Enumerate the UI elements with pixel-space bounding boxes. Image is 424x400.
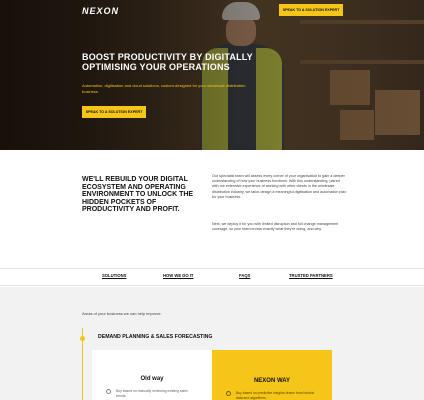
hero-banner bbox=[0, 0, 424, 150]
hero-title: BOOST PRODUCTIVITY BY DIGITALLY OPTIMISI… bbox=[82, 52, 253, 72]
header-cta-button[interactable]: SPEAK TO A SOLUTION EXPERT bbox=[279, 4, 343, 16]
nexon-way-card: NEXON WAY Buy based on predictive insigh… bbox=[212, 350, 332, 400]
timeline-dot bbox=[80, 336, 85, 341]
nexon-logo[interactable]: NEXON bbox=[82, 6, 119, 16]
hero-overlay bbox=[0, 0, 424, 150]
intro-paragraph: Next, we deploy it for you with limited … bbox=[212, 222, 339, 232]
hero-subtitle: Automation, digitisation and cloud solut… bbox=[82, 83, 246, 94]
old-way-title: Old way bbox=[140, 376, 164, 382]
nexon-way-title: NEXON WAY bbox=[253, 378, 291, 384]
old-way-text: Buy based on manually reviewing existing… bbox=[116, 389, 188, 398]
tab-how-we-do-it[interactable]: HOW WE DO IT bbox=[163, 273, 193, 278]
tab-trusted-partners[interactable]: TRUSTED PARTNERS bbox=[289, 273, 333, 278]
intro-paragraph: Our specialist team will assess every co… bbox=[212, 174, 347, 199]
section-tabs: SOLUTIONS HOW WE DO IT FAQS TRUSTED PART… bbox=[0, 268, 424, 286]
hero-cta-button[interactable]: SPEAK TO A SOLUTION EXPERT bbox=[82, 106, 146, 118]
bullet-icon bbox=[106, 389, 111, 394]
areas-intro-text: Areas of your business we can help impro… bbox=[82, 311, 162, 316]
intro-heading: WE'LL REBUILD YOUR DIGITAL ECOSYSTEM AND… bbox=[82, 176, 194, 213]
section-title: DEMAND PLANNING & SALES FORECASTING bbox=[98, 334, 213, 340]
bullet-icon bbox=[226, 391, 231, 396]
old-way-card: Old way Buy based on manually reviewing … bbox=[92, 350, 212, 400]
tab-faqs[interactable]: FAQS bbox=[239, 273, 250, 278]
nexon-way-text: Buy based on predictive insights drawn f… bbox=[236, 391, 315, 400]
tab-solutions[interactable]: SOLUTIONS bbox=[102, 273, 126, 278]
